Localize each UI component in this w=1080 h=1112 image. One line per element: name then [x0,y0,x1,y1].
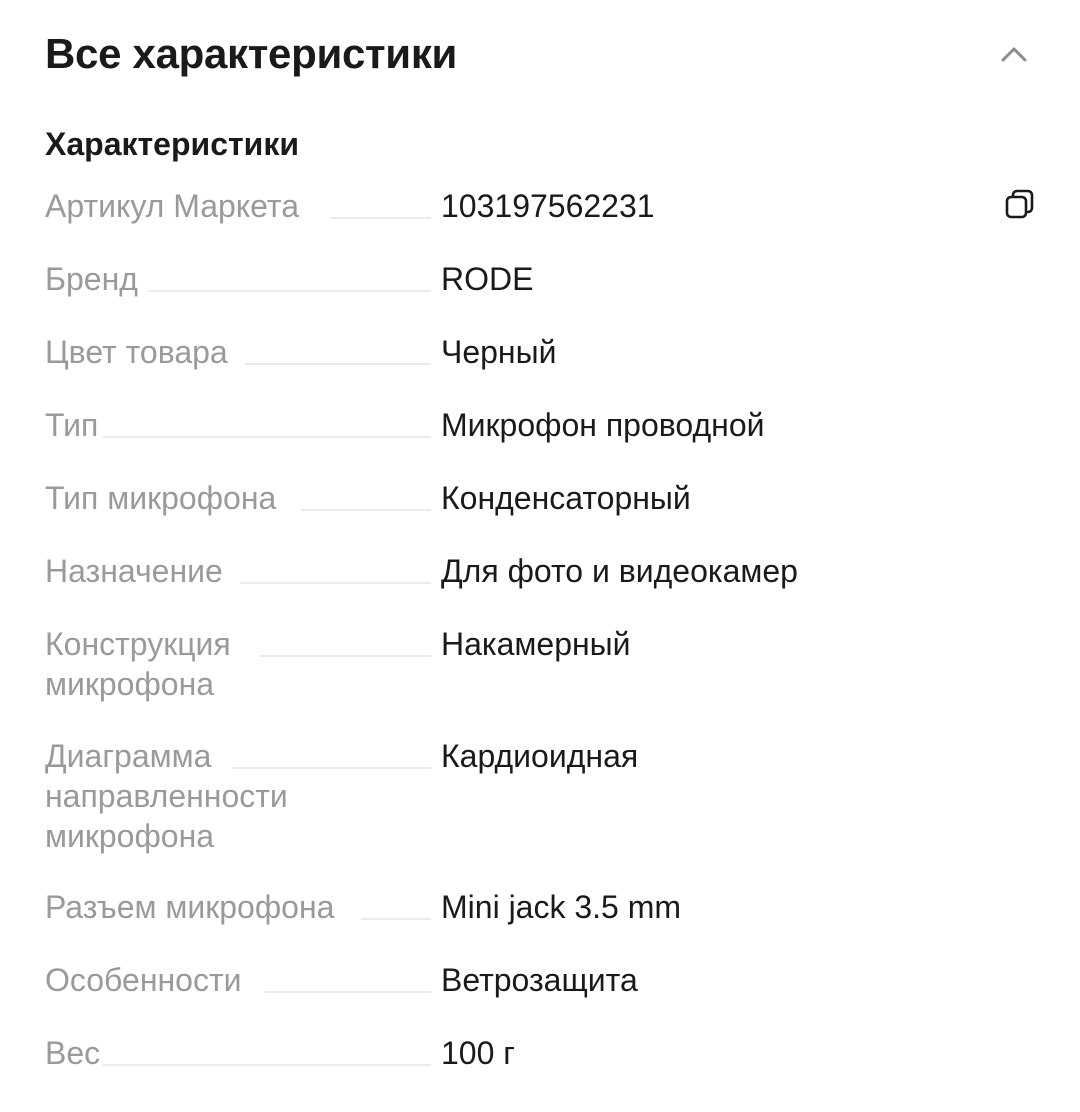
copy-icon [1005,189,1034,219]
spec-label: Тип [45,407,99,443]
spec-label: Особенности [45,962,242,998]
spec-value: Черный [441,334,557,370]
spec-label: Вес [45,1035,101,1071]
spec-label: Тип микрофона [45,480,277,516]
spec-value: Mini jack 3.5 mm [441,889,682,925]
spec-label: Артикул Маркета [45,188,299,224]
chevron-up-icon [1001,47,1027,62]
spec-value: RODE [441,261,534,297]
spec-value: Для фото и видеокамер [441,553,798,589]
header: Все характеристики [0,0,1080,110]
spec-label: Цвет товара [45,334,228,370]
spec-label: Диаграмма направленности микрофона [45,738,288,854]
copy-article-button[interactable] [1000,184,1040,224]
spec-value: Микрофон проводной [441,407,765,443]
spec-value: Конденсаторный [441,480,691,516]
page-title: Все характеристики [45,30,458,77]
spec-value: 103197562231 [441,188,655,224]
spec-value: Кардиоидная [441,738,639,774]
spec-value: Накамерный [441,626,631,662]
spec-label: Разъем микрофона [45,889,335,925]
collapse-button[interactable] [990,32,1038,76]
spec-value: Ветрозащита [441,962,638,998]
spec-label: Назначение [45,553,223,589]
section-title: Характеристики [45,126,300,162]
spec-label: Бренд [45,261,138,297]
spec-label: Конструкция микрофона [45,626,231,702]
spec-value: 100 г [441,1035,515,1071]
